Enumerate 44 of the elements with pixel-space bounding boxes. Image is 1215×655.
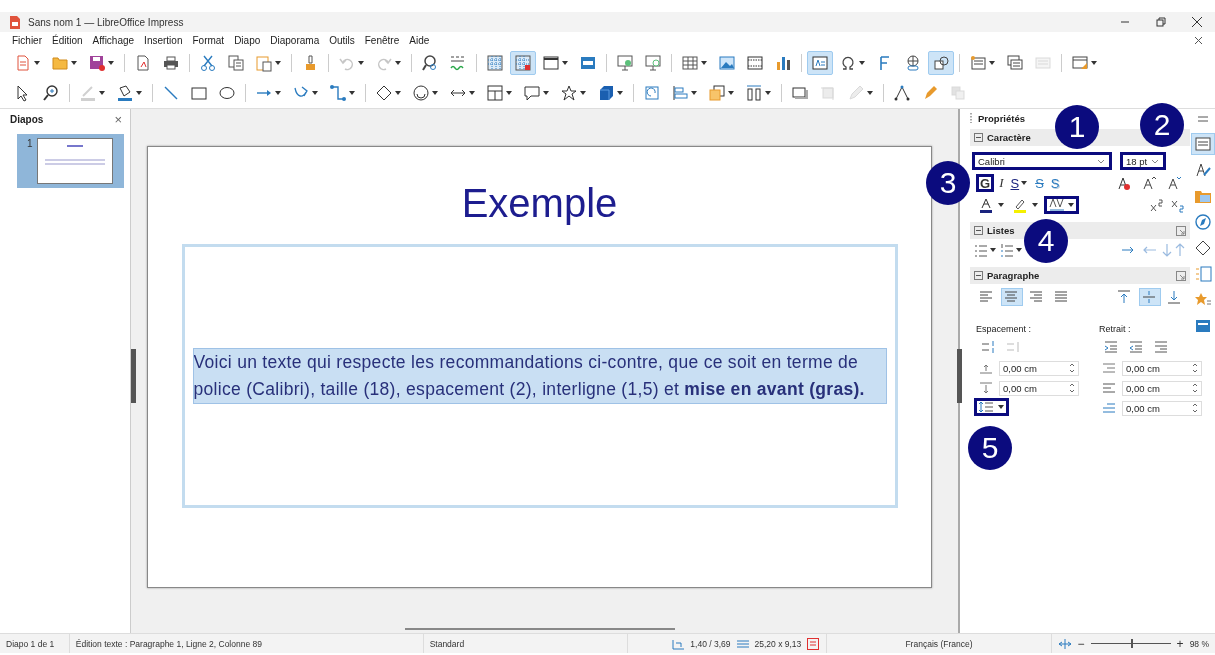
font-size-field[interactable]: 18 pt	[1120, 152, 1166, 170]
menu-item[interactable]: Outils	[329, 34, 355, 46]
bold-button[interactable]: G	[976, 174, 995, 192]
zoom-out-button[interactable]: −	[1077, 636, 1085, 651]
menu-item[interactable]: Insertion	[144, 34, 183, 46]
menu-item[interactable]: Affichage	[92, 34, 135, 46]
section-title: Paragraphe	[987, 270, 1040, 281]
close-button[interactable]: ×	[114, 112, 122, 127]
field-label: Espacement :	[975, 323, 1033, 336]
menu-item[interactable]: Aide	[409, 34, 430, 46]
status-text: Diapo 1 de 1	[6, 638, 55, 649]
status-text: Français (France)	[905, 638, 973, 649]
pane-title: Diapos	[10, 114, 44, 125]
status-text: Édition texte : Paragraphe 1, Ligne 2, Colonne 89	[75, 638, 262, 649]
slide-thumbnail-item[interactable]: 1	[17, 134, 124, 188]
menu-item[interactable]: Fenêtre	[364, 34, 400, 46]
status-text: 25,20 x 9,13	[754, 638, 802, 649]
panel-title: Propriétés	[978, 112, 1025, 124]
status-text: 1,40 / 3,69	[690, 638, 731, 649]
window-title: Sans nom 1 — LibreOffice Impress	[28, 16, 184, 28]
field-label: Retrait :	[1098, 323, 1132, 336]
slide-title: Exemple	[461, 181, 618, 226]
spin-field[interactable]: 0,00 cm	[999, 380, 1079, 396]
status-text: Standard	[429, 638, 465, 649]
menu-item[interactable]: Format	[192, 34, 225, 46]
italic-button[interactable]: I	[997, 174, 1006, 192]
zoom-in-button[interactable]: +	[1176, 636, 1184, 651]
font-name-field[interactable]: Calibri	[972, 152, 1112, 170]
spin-field[interactable]: 0,00 cm	[1122, 400, 1202, 416]
slide-number: 1	[27, 138, 33, 151]
spin-field[interactable]: 0,00 cm	[1122, 380, 1202, 396]
menu-item[interactable]: Diaporama	[270, 34, 320, 46]
strikethrough-button[interactable]: S	[1033, 174, 1046, 192]
section-title: Caractère	[987, 132, 1031, 143]
menu-item[interactable]: Fichier	[12, 34, 42, 46]
section-title: Listes	[987, 225, 1015, 236]
status-text: 98 %	[1189, 638, 1209, 649]
spin-field[interactable]: 0,00 cm	[1122, 360, 1202, 376]
slide-body-text: Voici un texte qui respecte les recommandations ci-contre, que ce soit en terme de police (Calibri), taille (18), espacement (2), interligne (1,5) et mise en avant (gras).	[193, 349, 886, 403]
underline-button[interactable]: S	[1008, 174, 1031, 192]
shadow-button[interactable]: S	[1048, 174, 1062, 192]
spin-field[interactable]: 0,00 cm	[999, 360, 1079, 376]
menu-item[interactable]: Édition	[52, 34, 83, 46]
menu-item[interactable]: Diapo	[234, 34, 261, 46]
